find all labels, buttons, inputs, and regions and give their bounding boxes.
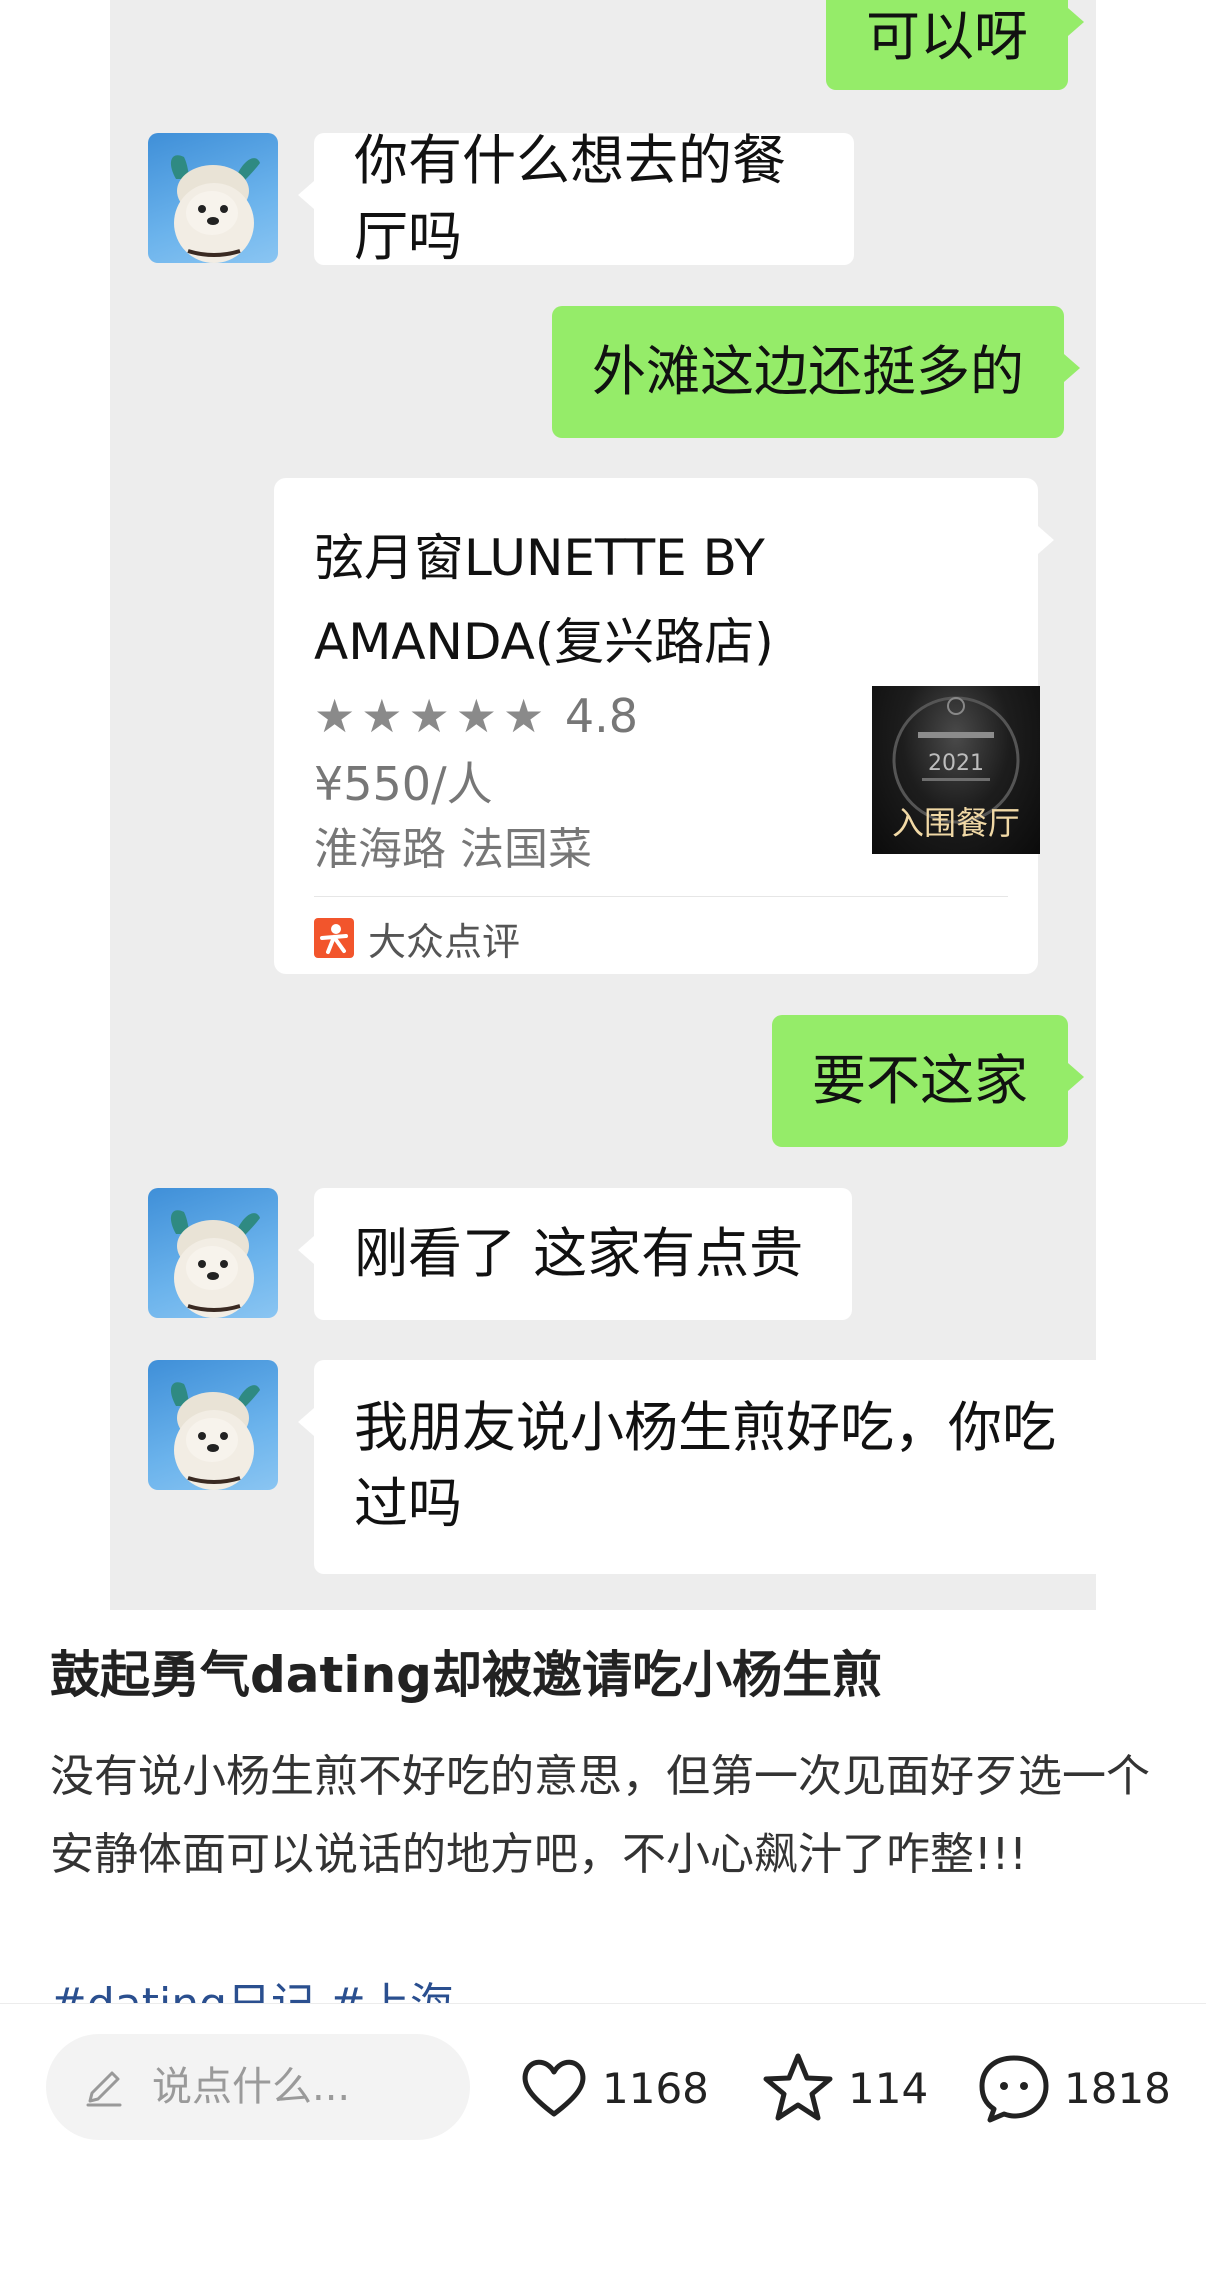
card-divider — [314, 896, 1008, 897]
message-bubble-other: 你有什么想去的餐厅吗 — [298, 129, 854, 268]
rating-stars: ★★★★★ — [314, 689, 551, 743]
chat-screenshot: 可以呀 你有什么想去的餐厅吗 外滩这边还挺多的 弦月窗LUNETTE BY AM… — [110, 0, 1096, 1610]
award-thumbnail-image: 2021 入围餐厅 — [892, 696, 1020, 842]
comment-button[interactable]: 1818 — [974, 2050, 1171, 2126]
post-title: 鼓起勇气dating却被邀请吃小杨生煎 — [50, 1646, 882, 1704]
bottom-action-bar: 1168 114 1818 — [0, 2003, 1206, 2271]
avatar — [148, 1188, 278, 1318]
thumb-year: 2021 — [928, 751, 984, 776]
chat-bubble-icon — [979, 2055, 1049, 2123]
thumb-label: 入围餐厅 — [892, 804, 1020, 842]
avatar — [148, 1360, 278, 1490]
message-bubble-self: 可以呀 — [826, 0, 1084, 90]
message-bubble-self: 外滩这边还挺多的 — [552, 306, 1080, 438]
restaurant-price: ¥550/人 — [314, 757, 493, 811]
dog-avatar-icon — [170, 155, 260, 263]
message-text: 我朋友说小杨生煎好吃，你吃过吗 — [354, 1396, 1056, 1535]
dog-avatar-icon — [170, 1382, 260, 1490]
restaurant-location: 淮海路 法国菜 — [314, 824, 592, 875]
message-text: 外滩这边还挺多的 — [592, 340, 1024, 403]
message-bubble-other: 我朋友说小杨生煎好吃，你吃过吗 — [298, 1360, 1096, 1574]
restaurant-name: 弦月窗LUNETTE BY AMANDA(复兴路店) — [314, 529, 774, 671]
message-text: 可以呀 — [866, 5, 1028, 68]
message-text: 刚看了 这家有点贵 — [354, 1222, 804, 1285]
card-source: 大众点评 — [314, 910, 520, 966]
favorite-count: 114 — [848, 2063, 929, 2113]
dianping-logo — [314, 918, 354, 958]
shared-restaurant-card[interactable]: 弦月窗LUNETTE BY AMANDA(复兴路店) ★★★★★ 4.8 ¥55… — [274, 478, 1054, 974]
comment-input-box[interactable] — [46, 2034, 470, 2140]
rating-value: 4.8 — [564, 689, 638, 743]
restaurant-rating: ★★★★★ 4.8 — [314, 686, 638, 746]
post-tags[interactable]: #dating日记 #上海 — [50, 1970, 454, 2004]
restaurant-thumbnail: 2021 入围餐厅 — [872, 686, 1040, 854]
message-text: 要不这家 — [812, 1049, 1028, 1112]
dog-avatar-icon — [170, 1210, 260, 1318]
message-bubble-self: 要不这家 — [772, 1015, 1084, 1147]
favorite-button[interactable]: 114 — [758, 2050, 928, 2126]
like-count: 1168 — [602, 2063, 709, 2113]
message-text: 你有什么想去的餐厅吗 — [354, 129, 786, 268]
comment-count: 1818 — [1064, 2063, 1171, 2113]
avatar — [148, 133, 278, 263]
post-body: 没有说小杨生煎不好吃的意思，但第一次见面好歹选一个安静体面可以说话的地方吧，不小… — [50, 1751, 1150, 1880]
star-icon — [763, 2053, 833, 2121]
pencil-icon — [86, 2071, 122, 2107]
heart-icon — [522, 2059, 586, 2117]
source-name: 大众点评 — [368, 919, 521, 964]
like-button[interactable]: 1168 — [516, 2050, 709, 2126]
comment-input[interactable] — [152, 2064, 452, 2110]
message-bubble-other: 刚看了 这家有点贵 — [298, 1188, 852, 1320]
